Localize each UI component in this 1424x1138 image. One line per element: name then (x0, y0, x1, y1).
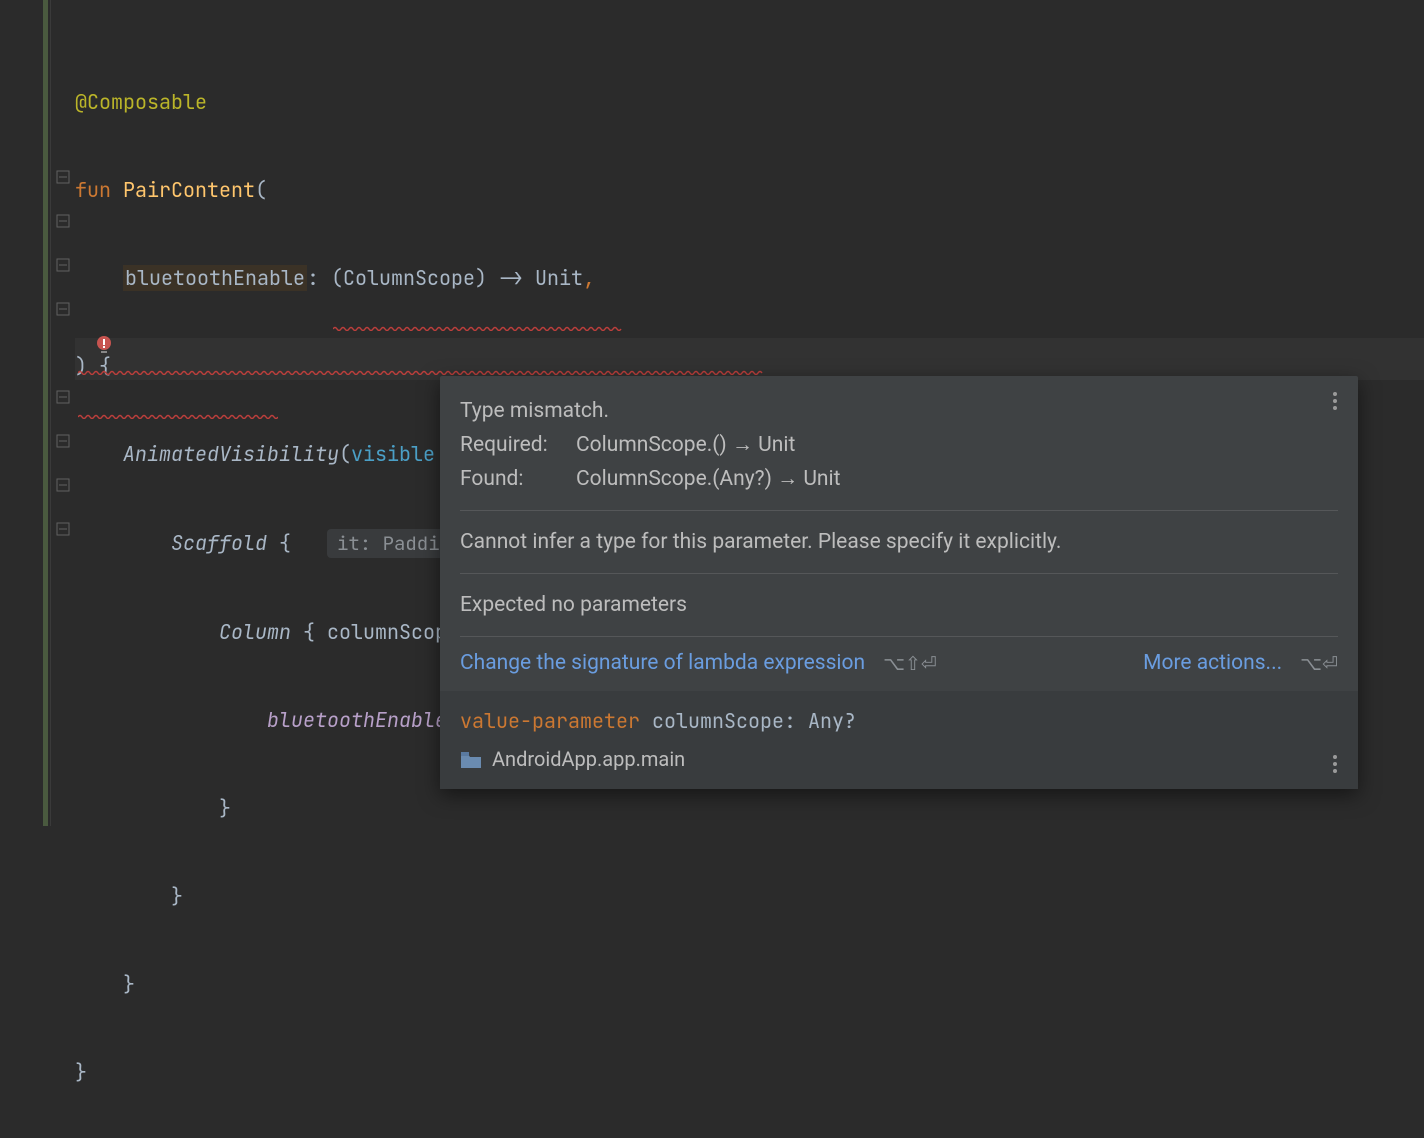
vp-keyword: value-parameter (460, 708, 640, 734)
tooltip-actions-row: Change the signature of lambda expressio… (460, 651, 1338, 675)
fold-marker-icon[interactable] (56, 302, 70, 316)
code-line: fun PairContent( (75, 168, 942, 212)
module-folder-icon (460, 750, 482, 768)
tooltip-divider (460, 636, 1338, 637)
tooltip-footer: value-parameter columnScope: Any? Androi… (440, 691, 1358, 789)
fold-marker-icon[interactable] (56, 434, 70, 448)
param-name-highlighted: bluetoothEnable (123, 265, 307, 291)
error-tooltip: Type mismatch. Required:ColumnScope.() →… (440, 376, 1358, 789)
brace-token: } (123, 971, 135, 997)
paren-token: ( (339, 441, 351, 467)
error-underline-icon (333, 326, 623, 331)
tooltip-divider (460, 510, 1338, 511)
found-value: ColumnScope.(Any?) → Unit (576, 467, 841, 491)
code-line: bluetoothEnable: (ColumnScope) -> Unit, (75, 256, 942, 300)
more-actions-link[interactable]: More actions... (1143, 651, 1282, 675)
code-line: } (75, 962, 942, 1006)
shortcut-hint: ⌥⏎ (1300, 652, 1338, 675)
brace-token: { (291, 619, 327, 645)
code-line: } (75, 786, 942, 830)
code-line: } (75, 874, 942, 918)
tooltip-title: Type mismatch. (460, 394, 1338, 428)
comma-token: , (583, 265, 595, 291)
brace-token: { (267, 530, 291, 556)
error-underline-icon (78, 414, 278, 419)
tooltip-msg3: Expected no parameters (460, 588, 1338, 622)
shortcut-hint: ⌥⇧⏎ (883, 652, 937, 675)
more-options-icon[interactable] (1332, 753, 1338, 775)
keyword-token: fun (75, 177, 111, 203)
fold-marker-icon[interactable] (56, 214, 70, 228)
code-line: } (75, 1050, 942, 1094)
module-line: AndroidApp.app.main (460, 747, 1338, 771)
code-line: @Composable (75, 80, 942, 124)
named-param: visible (351, 441, 435, 467)
error-underline-icon (78, 370, 763, 375)
fold-marker-icon[interactable] (56, 478, 70, 492)
module-name: AndroidApp.app.main (492, 747, 685, 771)
tooltip-found-row: Found:ColumnScope.(Any?) → Unit (460, 462, 1338, 496)
close-paren-brace: ) { (75, 353, 111, 379)
tooltip-body: Type mismatch. Required:ColumnScope.() →… (440, 376, 1358, 691)
function-call: Scaffold (171, 530, 267, 556)
function-call: Column (219, 619, 291, 645)
more-options-icon[interactable] (1332, 390, 1338, 412)
vp-signature: columnScope: Any? (640, 708, 856, 734)
tooltip-divider (460, 573, 1338, 574)
brace-token: } (75, 1059, 87, 1085)
quickfix-change-signature-link[interactable]: Change the signature of lambda expressio… (460, 651, 865, 675)
fold-marker-icon[interactable] (56, 522, 70, 536)
type-signature: : (ColumnScope) -> Unit (307, 265, 583, 291)
required-value: ColumnScope.() → Unit (576, 433, 795, 457)
vcs-change-marker (43, 0, 48, 826)
fold-marker-icon[interactable] (56, 390, 70, 404)
tooltip-msg2: Cannot infer a type for this parameter. … (460, 525, 1338, 559)
function-call-err: bluetoothEnable (267, 707, 447, 733)
editor-gutter (0, 0, 75, 826)
annotation-token: @Composable (75, 89, 207, 115)
brace-token: } (219, 795, 231, 821)
fold-marker-icon[interactable] (56, 258, 70, 272)
tooltip-required-row: Required:ColumnScope.() → Unit (460, 428, 1338, 462)
fold-marker-icon[interactable] (56, 170, 70, 184)
paren-token: ( (255, 177, 267, 203)
brace-token: } (171, 883, 183, 909)
value-parameter-line: value-parameter columnScope: Any? (460, 705, 1338, 737)
required-label: Required: (460, 428, 576, 462)
gutter-separator (50, 0, 51, 826)
found-label: Found: (460, 462, 576, 496)
function-call: AnimatedVisibility (123, 441, 339, 467)
function-name: PairContent (123, 177, 255, 203)
